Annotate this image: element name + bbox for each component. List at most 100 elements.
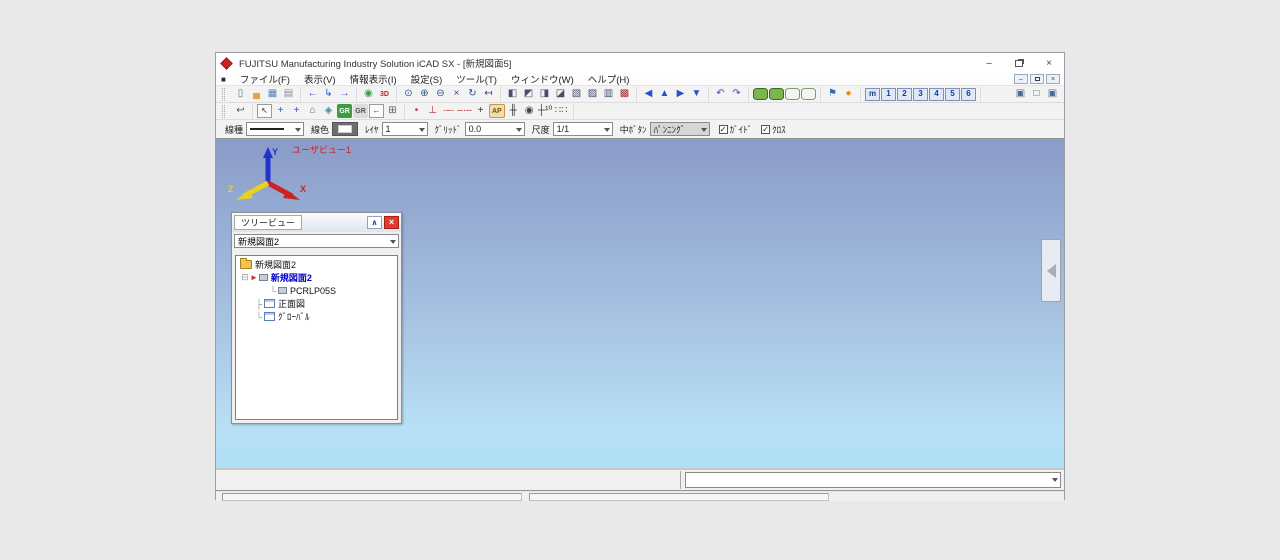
command-combobox[interactable]: [685, 472, 1061, 488]
view-iso2-icon[interactable]: ◪: [553, 87, 568, 101]
snap-endpoint-icon[interactable]: ⊥: [425, 104, 440, 118]
close-panel-button[interactable]: ×: [384, 216, 399, 229]
toolbar-drag-handle[interactable]: [222, 105, 225, 118]
collapse-panel-button[interactable]: ∧: [367, 216, 382, 229]
redo-icon[interactable]: ↷: [729, 87, 744, 101]
guide-checkbox[interactable]: ✓ ｶﾞｲﾄﾞ: [719, 123, 753, 136]
win-cascade-icon[interactable]: ▣: [1013, 87, 1028, 101]
linetype-select[interactable]: [246, 122, 304, 136]
tree-item[interactable]: └PCRLP05S: [236, 284, 397, 297]
snap-divide-icon[interactable]: ╫: [506, 104, 521, 118]
view-front-icon[interactable]: ◧: [505, 87, 520, 101]
tree-item[interactable]: └ｸﾞﾛｰﾊﾞﾙ: [236, 310, 397, 323]
zoom-refresh-icon[interactable]: ↻: [465, 87, 480, 101]
rotate-right-icon[interactable]: ▶: [673, 87, 688, 101]
layer-off-icon[interactable]: [785, 88, 800, 100]
rotate-down-icon[interactable]: ▼: [689, 87, 704, 101]
menu-s[interactable]: 設定(S): [404, 75, 450, 86]
rotate-left-icon[interactable]: ◀: [641, 87, 656, 101]
view-forward-icon[interactable]: →: [337, 87, 352, 101]
move-icon[interactable]: +: [273, 104, 288, 118]
snap-line-icon[interactable]: ·–·: [441, 104, 456, 118]
view-iso3-icon[interactable]: ▨: [585, 87, 600, 101]
minimize-button[interactable]: –: [974, 53, 1004, 73]
snap-arbitrary-icon[interactable]: AP: [489, 104, 505, 118]
group-ref-icon[interactable]: GR: [353, 104, 368, 118]
structure-icon[interactable]: ⊞: [385, 104, 400, 118]
view-points-icon[interactable]: ▩: [617, 87, 632, 101]
menu-i[interactable]: 情報表示(I): [343, 75, 404, 86]
open-folder-icon[interactable]: ▄: [249, 87, 264, 101]
snap-free-icon[interactable]: •: [409, 104, 424, 118]
layer-ref-icon[interactable]: [801, 88, 816, 100]
window-6-button[interactable]: 6: [961, 88, 976, 101]
scale-select[interactable]: 1/1: [553, 122, 613, 136]
polygon-icon[interactable]: ⌂: [305, 104, 320, 118]
menu-f[interactable]: ファイル(F): [233, 75, 297, 86]
rotate-up-icon[interactable]: ▲: [657, 87, 672, 101]
middle-button-select[interactable]: ﾊﾟﾝﾆﾝｸﾞ: [650, 122, 710, 136]
view-book-icon[interactable]: ▥: [601, 87, 616, 101]
view-iso1-icon[interactable]: ◩: [521, 87, 536, 101]
view-branch-icon[interactable]: ↳: [321, 87, 336, 101]
mdi-child-icon[interactable]: ■: [221, 75, 226, 84]
window-3-button[interactable]: 3: [913, 88, 928, 101]
snap-pitch-icon[interactable]: ┼¹⁰: [538, 104, 553, 118]
copy-move-icon[interactable]: +: [289, 104, 304, 118]
menu-v[interactable]: 表示(V): [297, 75, 343, 86]
mdi-restore-button[interactable]: [1030, 74, 1044, 84]
zoom-window-icon[interactable]: ⊙: [401, 87, 416, 101]
toolbar-drag-handle[interactable]: [222, 88, 225, 101]
tree-item[interactable]: ├正面図: [236, 297, 397, 310]
window-1-button[interactable]: 1: [881, 88, 896, 101]
snap-midpoint-icon[interactable]: –·–: [457, 104, 472, 118]
tree-panel-header[interactable]: ツリービュー ∧ ×: [232, 213, 401, 232]
layer-active-icon[interactable]: [769, 88, 784, 100]
window-4-button[interactable]: 4: [929, 88, 944, 101]
layer-select[interactable]: 1: [382, 122, 428, 136]
save-icon[interactable]: ▦: [265, 87, 280, 101]
zoom-out-icon[interactable]: ⊖: [433, 87, 448, 101]
tree-connector-icon[interactable]: ⊟: [240, 272, 250, 283]
mdi-close-button[interactable]: ×: [1046, 74, 1060, 84]
side-panel-handle[interactable]: [1041, 239, 1061, 302]
close-button[interactable]: ×: [1034, 53, 1064, 73]
cross-checkbox[interactable]: ✓ ｸﾛｽ: [761, 123, 786, 136]
capture-icon[interactable]: ⚑: [825, 87, 840, 101]
menu-h[interactable]: ヘルプ(H): [581, 75, 637, 86]
view-back-icon[interactable]: ←: [305, 87, 320, 101]
group-on-icon[interactable]: GR: [337, 104, 352, 118]
menu-w[interactable]: ウィンドウ(W): [504, 75, 581, 86]
view-top-icon[interactable]: ◨: [537, 87, 552, 101]
zoom-previous-icon[interactable]: ↤: [481, 87, 496, 101]
layer-all-on-icon[interactable]: [753, 88, 768, 100]
parts-view-icon[interactable]: ◉: [361, 87, 376, 101]
dim-2d3d-icon[interactable]: 3D: [377, 87, 392, 101]
new-file-icon[interactable]: ▯: [233, 87, 248, 101]
tree-item[interactable]: ⊟►新規図面2: [236, 271, 397, 284]
undo-icon[interactable]: ↶: [713, 87, 728, 101]
print-icon[interactable]: ▤: [281, 87, 296, 101]
snap-element-icon[interactable]: ◉: [522, 104, 537, 118]
view-side-icon[interactable]: ▧: [569, 87, 584, 101]
linecolor-button[interactable]: [332, 122, 358, 136]
tree-item[interactable]: 新規図面2: [236, 258, 397, 271]
win-maximize-icon[interactable]: □: [1029, 87, 1044, 101]
mdi-minimize-button[interactable]: –: [1014, 74, 1028, 84]
window-m-button[interactable]: m: [865, 88, 880, 101]
drawing-select[interactable]: 新規図面2: [234, 234, 399, 248]
select-icon[interactable]: ↖: [257, 104, 272, 118]
menu-t[interactable]: ツール(T): [449, 75, 504, 86]
return-icon[interactable]: ←: [369, 104, 384, 118]
restore-button[interactable]: [1004, 53, 1034, 73]
assist-ball-icon[interactable]: ●: [841, 87, 856, 101]
window-2-button[interactable]: 2: [897, 88, 912, 101]
tag-icon[interactable]: ◈: [321, 104, 336, 118]
snap-grid-icon[interactable]: ∷∷: [554, 104, 569, 118]
escape-icon[interactable]: ↩: [233, 104, 248, 118]
zoom-fit-icon[interactable]: ×: [449, 87, 464, 101]
zoom-in-icon[interactable]: ⊕: [417, 87, 432, 101]
drawing-canvas[interactable]: ユーザビュー1 Y X Z ツリービュー ∧ × 新規図面2: [216, 139, 1064, 468]
grid-select[interactable]: 0.0: [465, 122, 525, 136]
window-5-button[interactable]: 5: [945, 88, 960, 101]
